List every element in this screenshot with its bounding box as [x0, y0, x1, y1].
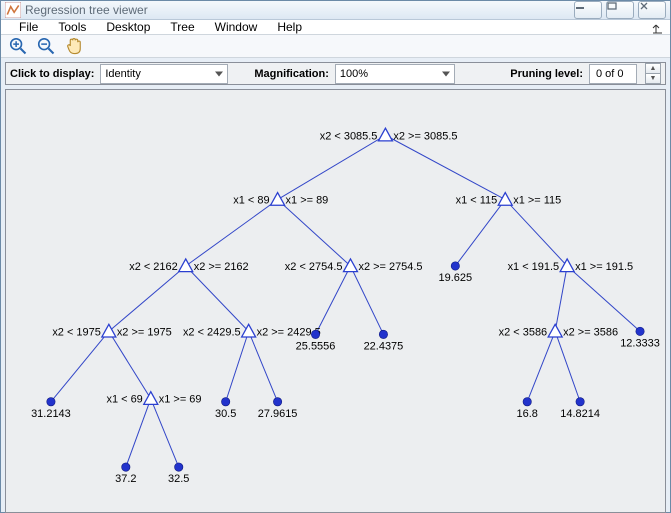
svg-text:x2 < 2429.5: x2 < 2429.5 — [183, 326, 241, 338]
menu-window[interactable]: Window — [205, 20, 268, 34]
titlebar: Regression tree viewer — [1, 1, 670, 20]
svg-text:x2 < 1975: x2 < 1975 — [52, 326, 101, 338]
svg-text:25.5556: 25.5556 — [296, 340, 336, 352]
svg-text:x2 >= 2162: x2 >= 2162 — [194, 261, 249, 273]
pruning-level-up[interactable]: ▲ — [645, 63, 661, 74]
pruning-level-down[interactable]: ▼ — [645, 74, 661, 84]
menubar: File Tools Desktop Tree Window Help — [1, 20, 670, 35]
window-title: Regression tree viewer — [25, 3, 574, 17]
svg-text:x2 < 2162: x2 < 2162 — [129, 261, 178, 273]
svg-text:19.625: 19.625 — [439, 272, 473, 284]
magnification-label: Magnification: — [254, 68, 329, 80]
pan-icon[interactable] — [63, 35, 85, 57]
pruning-level-label: Pruning level: — [510, 68, 583, 80]
svg-text:x2 < 2754.5: x2 < 2754.5 — [285, 261, 343, 273]
magnification-select[interactable]: 100% — [335, 64, 455, 84]
svg-text:37.2: 37.2 — [115, 473, 136, 485]
svg-text:27.9615: 27.9615 — [258, 408, 298, 420]
svg-text:16.8: 16.8 — [517, 408, 538, 420]
svg-text:14.8214: 14.8214 — [560, 408, 600, 420]
pruning-level-value: 0 of 0 — [596, 68, 624, 80]
svg-text:x1 < 69: x1 < 69 — [106, 394, 142, 406]
svg-text:x2 >= 2429.5: x2 >= 2429.5 — [257, 326, 321, 338]
click-to-display-select[interactable]: Identity — [100, 64, 228, 84]
toolbar — [1, 35, 670, 58]
tree-svg: x2 < 3085.5 x2 >= 3085.5 x1 < 89 x1 >= 89 x1… — [6, 90, 665, 512]
svg-text:30.5: 30.5 — [215, 408, 236, 420]
svg-text:x2 >= 3586: x2 >= 3586 — [563, 326, 618, 338]
zoom-in-icon[interactable] — [7, 35, 29, 57]
svg-text:x1 >= 69: x1 >= 69 — [159, 394, 202, 406]
menu-tree[interactable]: Tree — [160, 20, 204, 34]
svg-text:x2 < 3085.5: x2 < 3085.5 — [320, 130, 378, 142]
menu-tools[interactable]: Tools — [48, 20, 96, 34]
svg-text:x1 < 115: x1 < 115 — [456, 195, 498, 207]
app-icon — [5, 2, 21, 18]
svg-text:x1 >= 89: x1 >= 89 — [286, 195, 329, 207]
window-buttons — [574, 1, 666, 19]
click-to-display-value: Identity — [105, 68, 140, 80]
svg-text:12.3333: 12.3333 — [620, 337, 660, 349]
tree-plot[interactable]: x2 < 3085.5 x2 >= 3085.5 x1 < 89 x1 >= 89 x1… — [5, 89, 666, 513]
minimize-button[interactable] — [574, 1, 602, 19]
svg-text:22.4375: 22.4375 — [364, 340, 404, 352]
pruning-level-value-box: 0 of 0 — [589, 64, 637, 84]
dock-icon[interactable] — [652, 23, 666, 37]
svg-text:32.5: 32.5 — [168, 473, 189, 485]
svg-text:x1 >= 115: x1 >= 115 — [513, 195, 561, 207]
app-window: Regression tree viewer File Tools Deskto… — [0, 0, 671, 513]
svg-text:x1 < 191.5: x1 < 191.5 — [508, 261, 560, 273]
svg-text:x1 < 89: x1 < 89 — [233, 195, 269, 207]
svg-text:x2 >= 2754.5: x2 >= 2754.5 — [358, 261, 422, 273]
pruning-level-spinner: ▲ ▼ — [645, 63, 661, 84]
menu-help[interactable]: Help — [267, 20, 312, 34]
zoom-out-icon[interactable] — [35, 35, 57, 57]
menu-desktop[interactable]: Desktop — [96, 20, 160, 34]
menu-file[interactable]: File — [9, 20, 48, 34]
svg-text:x2 < 3586: x2 < 3586 — [499, 326, 548, 338]
maximize-button[interactable] — [606, 1, 634, 19]
magnification-value: 100% — [340, 68, 368, 80]
control-bar: Click to display: Identity Magnification… — [5, 62, 666, 85]
click-to-display-label: Click to display: — [10, 68, 94, 80]
svg-text:31.2143: 31.2143 — [31, 408, 71, 420]
svg-text:x1 >= 191.5: x1 >= 191.5 — [575, 261, 633, 273]
svg-text:x2 >= 3085.5: x2 >= 3085.5 — [393, 130, 457, 142]
svg-text:x2 >= 1975: x2 >= 1975 — [117, 326, 172, 338]
close-button[interactable] — [638, 1, 666, 19]
